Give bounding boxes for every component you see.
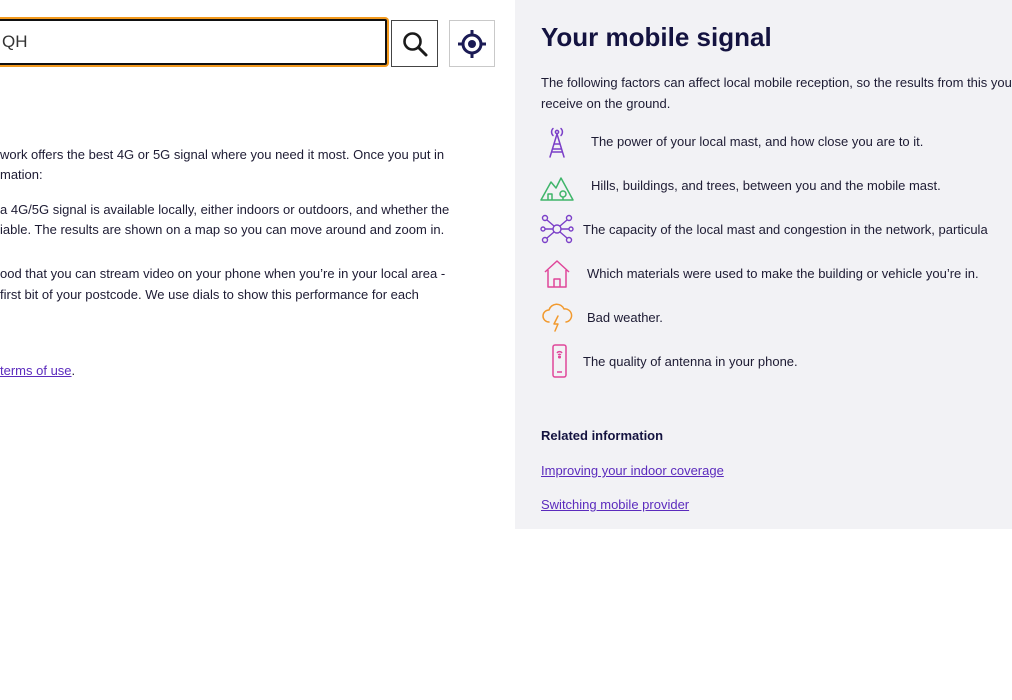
intro-line: work offers the best 4G or 5G signal whe… [0,147,445,162]
intro-line: ood that you can stream video on your ph… [0,266,446,281]
network-icon [540,214,574,244]
phone-icon [552,344,567,378]
intro-line: first bit of your postcode. We use dials… [0,287,419,302]
mobile-signal-panel: Your mobile signal The following factors… [515,0,1012,529]
switching-mobile-provider-link[interactable]: Switching mobile provider [541,497,689,512]
panel-intro: The following factors can affect local m… [541,75,1012,111]
locate-me-button[interactable] [449,20,495,67]
factor-text: The power of your local mast, and how cl… [591,134,924,149]
search-icon [402,31,427,56]
factor-text: Which materials were used to make the bu… [587,266,979,281]
terms-suffix: . [71,363,76,378]
locate-icon [458,29,486,58]
intro-line: iable. The results are shown on a map so… [0,222,445,237]
factor-text: Bad weather. [587,310,663,325]
factor-text: Hills, buildings, and trees, between you… [591,178,941,193]
search-button[interactable] [391,20,438,67]
terms-line: terms of use. [0,361,75,381]
hills-icon [540,177,574,201]
house-icon [544,260,570,288]
weather-icon [542,303,573,332]
postcode-search-input[interactable] [0,19,387,65]
terms-of-use-link[interactable]: terms of use [0,363,72,378]
mast-icon [549,127,565,158]
intro-line: a 4G/5G signal is available locally, eit… [0,202,450,217]
page: work offers the best 4G or 5G signal whe… [0,0,1012,700]
factor-text: The capacity of the local mast and conge… [583,222,988,237]
related-information-heading: Related information [541,428,664,443]
factor-text: The quality of antenna in your phone. [583,354,798,369]
panel-title: Your mobile signal [541,22,772,52]
improving-indoor-coverage-link[interactable]: Improving your indoor coverage [541,463,724,478]
intro-line: mation: [0,167,43,182]
